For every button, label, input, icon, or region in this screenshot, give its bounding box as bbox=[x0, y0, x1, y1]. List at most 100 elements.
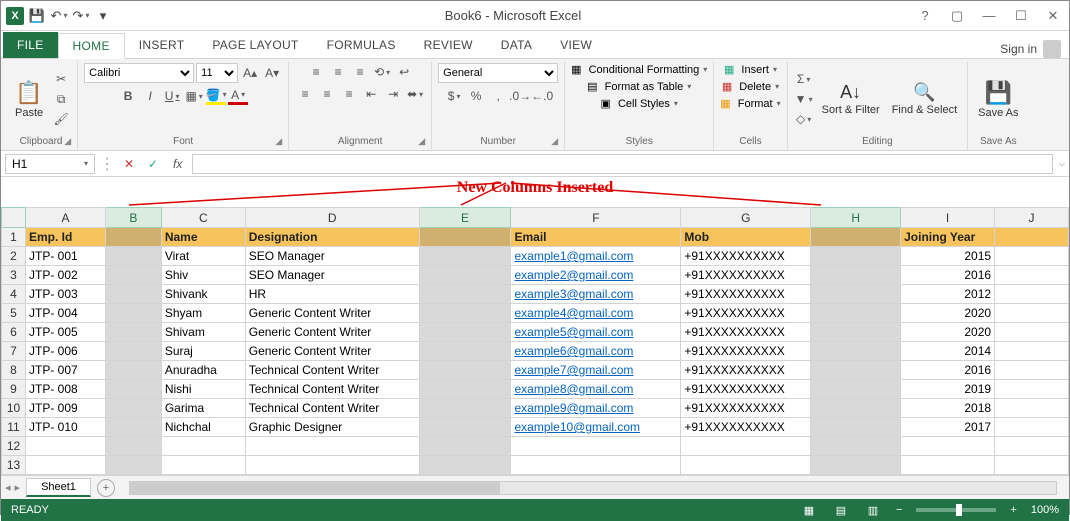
cell[interactable] bbox=[995, 418, 1069, 437]
sheet-nav-prev-icon[interactable]: ◂ bbox=[5, 481, 11, 494]
increase-font-icon[interactable]: A▴ bbox=[240, 64, 260, 82]
cell[interactable] bbox=[811, 247, 901, 266]
cell[interactable]: Generic Content Writer bbox=[245, 323, 419, 342]
bold-button[interactable]: B bbox=[118, 87, 138, 105]
cell[interactable] bbox=[105, 456, 161, 475]
cell[interactable]: example9@gmail.com bbox=[511, 399, 681, 418]
font-color-icon[interactable]: A▾ bbox=[228, 87, 248, 105]
cell[interactable] bbox=[25, 437, 105, 456]
cell[interactable]: +91XXXXXXXXXX bbox=[681, 285, 811, 304]
cell[interactable]: Email bbox=[511, 228, 681, 247]
formula-input[interactable] bbox=[192, 154, 1053, 174]
cell[interactable]: example1@gmail.com bbox=[511, 247, 681, 266]
font-name-select[interactable]: Calibri bbox=[84, 63, 194, 83]
cell-styles-button[interactable]: ▣ Cell Styles▾ bbox=[600, 97, 677, 110]
cell[interactable]: Nichchal bbox=[161, 418, 245, 437]
cell[interactable]: +91XXXXXXXXXX bbox=[681, 247, 811, 266]
decrease-decimal-icon[interactable]: ←.0 bbox=[532, 87, 552, 105]
row-header-8[interactable]: 8 bbox=[2, 361, 26, 380]
align-bottom-icon[interactable]: ≡ bbox=[350, 63, 370, 81]
column-header-I[interactable]: I bbox=[901, 208, 995, 228]
cell[interactable]: Shivank bbox=[161, 285, 245, 304]
redo-icon[interactable]: ↷▾ bbox=[71, 6, 91, 26]
qat-customize-icon[interactable]: ▾ bbox=[93, 6, 113, 26]
format-painter-icon[interactable]: 🖌 bbox=[51, 110, 71, 128]
excel-app-icon[interactable]: X bbox=[5, 6, 25, 26]
cell[interactable] bbox=[245, 456, 419, 475]
fill-icon[interactable]: ▼▾ bbox=[794, 90, 814, 108]
row-header-7[interactable]: 7 bbox=[2, 342, 26, 361]
column-header-A[interactable]: A bbox=[25, 208, 105, 228]
sign-in-link[interactable]: Sign in bbox=[1000, 40, 1069, 58]
cell[interactable] bbox=[419, 285, 511, 304]
number-format-select[interactable]: General bbox=[438, 63, 558, 83]
cell[interactable]: JTP- 004 bbox=[25, 304, 105, 323]
save-icon[interactable]: 💾 bbox=[27, 6, 47, 26]
cell[interactable]: 2018 bbox=[901, 399, 995, 418]
cell[interactable]: Generic Content Writer bbox=[245, 342, 419, 361]
cell[interactable] bbox=[419, 456, 511, 475]
cell[interactable] bbox=[419, 228, 511, 247]
cell[interactable]: JTP- 010 bbox=[25, 418, 105, 437]
cell[interactable]: Suraj bbox=[161, 342, 245, 361]
cell[interactable]: 2016 bbox=[901, 266, 995, 285]
tab-insert[interactable]: INSERT bbox=[125, 32, 199, 58]
cell[interactable] bbox=[811, 304, 901, 323]
cell[interactable]: +91XXXXXXXXXX bbox=[681, 266, 811, 285]
align-right-icon[interactable]: ≡ bbox=[339, 85, 359, 103]
insert-cells-button[interactable]: ▦ Insert▾ bbox=[724, 63, 777, 76]
cell[interactable] bbox=[995, 266, 1069, 285]
cell[interactable]: 2015 bbox=[901, 247, 995, 266]
cell[interactable] bbox=[811, 285, 901, 304]
cell[interactable] bbox=[105, 266, 161, 285]
cell[interactable] bbox=[681, 456, 811, 475]
cell[interactable]: example4@gmail.com bbox=[511, 304, 681, 323]
row-header-11[interactable]: 11 bbox=[2, 418, 26, 437]
cell[interactable] bbox=[995, 399, 1069, 418]
column-header-E[interactable]: E bbox=[419, 208, 511, 228]
worksheet-grid[interactable]: ABCDEFGHIJ1Emp. IdNameDesignationEmailMo… bbox=[1, 207, 1069, 475]
align-center-icon[interactable]: ≡ bbox=[317, 85, 337, 103]
sheet-tab[interactable]: Sheet1 bbox=[26, 478, 91, 497]
row-header-9[interactable]: 9 bbox=[2, 380, 26, 399]
cell[interactable]: Graphic Designer bbox=[245, 418, 419, 437]
cell[interactable]: JTP- 006 bbox=[25, 342, 105, 361]
column-header-B[interactable]: B bbox=[105, 208, 161, 228]
maximize-icon[interactable]: ☐ bbox=[1009, 6, 1033, 26]
dialog-launcher-icon[interactable]: ◢ bbox=[551, 136, 558, 147]
orientation-icon[interactable]: ⟲▾ bbox=[372, 63, 392, 81]
cell[interactable]: Anuradha bbox=[161, 361, 245, 380]
cell[interactable] bbox=[105, 285, 161, 304]
cell[interactable] bbox=[419, 323, 511, 342]
cell[interactable] bbox=[995, 323, 1069, 342]
column-header-H[interactable]: H bbox=[811, 208, 901, 228]
zoom-out-button[interactable]: − bbox=[896, 504, 902, 516]
row-header-3[interactable]: 3 bbox=[2, 266, 26, 285]
cell[interactable] bbox=[419, 247, 511, 266]
cell[interactable]: Nishi bbox=[161, 380, 245, 399]
cell[interactable]: +91XXXXXXXXXX bbox=[681, 418, 811, 437]
cell[interactable]: 2014 bbox=[901, 342, 995, 361]
cell[interactable]: JTP- 002 bbox=[25, 266, 105, 285]
cell[interactable] bbox=[995, 456, 1069, 475]
minimize-icon[interactable]: — bbox=[977, 6, 1001, 26]
cell[interactable] bbox=[419, 380, 511, 399]
column-header-J[interactable]: J bbox=[995, 208, 1069, 228]
cell[interactable]: JTP- 001 bbox=[25, 247, 105, 266]
select-all-button[interactable] bbox=[2, 208, 26, 228]
sort-filter-button[interactable]: A↓Sort & Filter bbox=[818, 80, 884, 118]
cell[interactable]: example7@gmail.com bbox=[511, 361, 681, 380]
cut-icon[interactable]: ✂ bbox=[51, 70, 71, 88]
cell[interactable]: example5@gmail.com bbox=[511, 323, 681, 342]
paste-button[interactable]: 📋Paste bbox=[11, 78, 47, 121]
increase-indent-icon[interactable]: ⇥ bbox=[383, 85, 403, 103]
cell[interactable] bbox=[995, 304, 1069, 323]
dialog-launcher-icon[interactable]: ◢ bbox=[275, 136, 282, 147]
cell[interactable] bbox=[811, 456, 901, 475]
cell[interactable]: JTP- 007 bbox=[25, 361, 105, 380]
align-middle-icon[interactable]: ≡ bbox=[328, 63, 348, 81]
decrease-indent-icon[interactable]: ⇤ bbox=[361, 85, 381, 103]
cell[interactable]: 2019 bbox=[901, 380, 995, 399]
merge-icon[interactable]: ⬌▾ bbox=[405, 85, 425, 103]
cell[interactable]: 2016 bbox=[901, 361, 995, 380]
